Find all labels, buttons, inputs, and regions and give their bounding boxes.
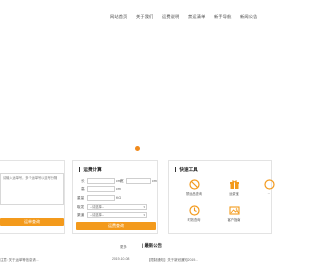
width-input[interactable] (126, 178, 151, 184)
channel-select-value: --请选择-- (90, 213, 104, 217)
news-title: | 最新公告 (142, 243, 163, 248)
news-item[interactable]: 【限制通知】关于新冠通知2019... (147, 257, 198, 262)
tool-label: 运费宝 (229, 192, 239, 196)
width-unit: cm (152, 179, 157, 183)
tool-transit-time[interactable]: 时效查询 (184, 205, 204, 222)
weight-label: 重量 (77, 196, 85, 200)
weight-unit: KG (116, 196, 122, 200)
origin-label: 取发 (77, 205, 85, 209)
calculator-title-text: 运费计算 (83, 167, 102, 172)
length-input[interactable] (87, 178, 115, 184)
news-date: 2019-10-08 (112, 257, 130, 261)
nav-item-home[interactable]: 网站首页 (110, 12, 128, 22)
freight-calculator-panel: 运费计算 长 cm 宽 cm 高 cm 重量 KG 取发 --请选择-- ▾ 渠… (72, 160, 158, 234)
nav-item-banned[interactable]: 禁运清单 (188, 12, 206, 22)
tool-more[interactable]: ... (259, 179, 279, 195)
ban-icon (188, 179, 200, 190)
image-icon (228, 206, 240, 215)
quick-tools-panel: 快速工具 禁运品查询 运费宝 ... 时效查询 客户指南 (168, 160, 275, 234)
clock-icon (188, 205, 200, 216)
channel-label: 渠道 (77, 213, 85, 217)
origin-select-value: --请选择-- (90, 205, 104, 209)
news-title-text: 最新公告 (144, 243, 163, 248)
tracking-panel: 运单查询 (0, 160, 65, 234)
tool-label: 禁运品查询 (186, 192, 202, 196)
notice-strip: 注意: 关于运单等信息请... 更多 | 最新公告 2019-10-08 【限制… (0, 240, 269, 263)
calculator-title: 运费计算 (79, 167, 102, 173)
channel-select[interactable]: --请选择-- ▾ (87, 212, 147, 218)
height-unit: cm (116, 187, 121, 191)
title-bar-marker (175, 167, 177, 173)
notice-text: 注意: 关于运单等信息请... (0, 258, 39, 262)
tracking-search-button[interactable]: 运单查询 (0, 218, 64, 226)
nav-item-about[interactable]: 关于我们 (136, 12, 154, 22)
top-nav: 网站首页 关于我们 运费说明 禁运清单 新手导航 新闻公告 (104, 12, 269, 22)
freight-search-button[interactable]: 运费查询 (76, 222, 156, 230)
nav-item-news[interactable]: 新闻公告 (240, 12, 258, 22)
nav-item-shipping[interactable]: 运费说明 (162, 12, 180, 22)
tool-banned-items[interactable]: 禁运品查询 (184, 179, 204, 196)
height-input[interactable] (87, 186, 115, 192)
tracking-number-input[interactable] (0, 173, 64, 205)
width-label: 宽 (120, 179, 124, 183)
tools-title-text: 快速工具 (179, 167, 198, 172)
more-link[interactable]: 更多 (120, 244, 127, 249)
height-label: 高 (81, 187, 85, 191)
title-bar-marker (79, 167, 81, 173)
tools-title: 快速工具 (175, 167, 198, 173)
tool-label: ... (267, 191, 271, 195)
tool-freight-gift[interactable]: 运费宝 (224, 179, 244, 196)
news-item-text: 关于新冠通知2019... (167, 258, 199, 262)
chevron-down-icon: ▾ (143, 213, 145, 217)
chevron-down-icon: ▾ (143, 205, 145, 209)
hero-banner (0, 30, 269, 156)
carousel-dot[interactable] (135, 146, 140, 151)
gift-icon (229, 180, 239, 189)
origin-select[interactable]: --请选择-- ▾ (87, 204, 147, 210)
tool-customer-guide[interactable]: 客户指南 (224, 205, 244, 222)
tool-label: 客户指南 (227, 218, 241, 222)
more-icon (263, 179, 275, 190)
weight-input[interactable] (87, 195, 115, 201)
nav-item-guide[interactable]: 新手导航 (214, 12, 232, 22)
news-tag: 【限制通知】 (147, 258, 168, 262)
length-label: 长 (81, 179, 85, 183)
tool-label: 时效查询 (187, 218, 201, 222)
